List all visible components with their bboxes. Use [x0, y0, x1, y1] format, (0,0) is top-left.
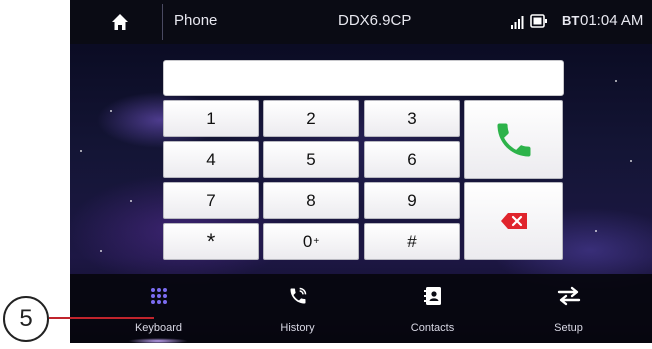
nav-keyboard[interactable]: Keyboard [86, 274, 231, 343]
key-star[interactable]: * [163, 223, 259, 260]
keypad-grid-icon [150, 288, 167, 304]
backspace-button[interactable] [464, 182, 563, 260]
callout-number: 5 [3, 296, 49, 342]
home-button[interactable] [90, 6, 150, 38]
background-star [110, 110, 112, 112]
nav-setup-label: Setup [554, 322, 583, 334]
key-9[interactable]: 9 [364, 182, 460, 219]
nav-setup[interactable]: Setup [496, 274, 641, 343]
key-3[interactable]: 3 [364, 100, 460, 137]
call-history-icon [290, 287, 306, 304]
setup-arrows-icon [557, 286, 580, 306]
background-star [630, 160, 632, 162]
key-1[interactable]: 1 [163, 100, 259, 137]
key-zero-label: 0 [302, 231, 313, 251]
key-4[interactable]: 4 [163, 141, 259, 178]
bluetooth-label: BT [562, 13, 580, 28]
backspace-icon [500, 213, 527, 229]
head-unit-screen: Phone DDX6.9CP BT 01:04 AM 1 2 3 4 5 6 7… [70, 0, 652, 343]
nav-contacts-label: Contacts [410, 322, 455, 334]
nav-history[interactable]: History [225, 274, 370, 343]
status-divider [162, 4, 163, 40]
phone-connected-icon [530, 14, 547, 28]
key-8[interactable]: 8 [263, 182, 359, 219]
device-name: DDX6.9CP [338, 12, 412, 29]
background-star [100, 250, 102, 252]
background-star [80, 150, 82, 152]
key-2[interactable]: 2 [263, 100, 359, 137]
key-zero-plus-label: + [313, 236, 320, 247]
key-zero-plus[interactable]: 0 + [263, 223, 359, 260]
key-6[interactable]: 6 [364, 141, 460, 178]
screen-title: Phone [174, 12, 218, 29]
call-button[interactable] [464, 100, 563, 179]
background-star [130, 200, 132, 202]
background-star [615, 80, 617, 82]
key-7[interactable]: 7 [163, 182, 259, 219]
nav-keyboard-label: Keyboard [134, 322, 183, 334]
status-bar: Phone DDX6.9CP BT 01:04 AM [70, 0, 652, 44]
background-star [595, 230, 597, 232]
signal-strength-icon [511, 16, 524, 29]
dial-number-field[interactable] [163, 60, 564, 96]
callout-leader-line [49, 317, 154, 319]
phone-call-icon [497, 123, 530, 156]
active-tab-indicator [128, 338, 188, 343]
clock: 01:04 AM [580, 12, 644, 29]
nav-history-label: History [280, 322, 315, 334]
bottom-nav: Keyboard History Contacts Setup [70, 274, 652, 343]
home-icon [112, 14, 128, 30]
key-5[interactable]: 5 [263, 141, 359, 178]
key-hash[interactable]: # [364, 223, 460, 260]
contacts-book-icon [423, 287, 441, 305]
nav-contacts[interactable]: Contacts [360, 274, 505, 343]
